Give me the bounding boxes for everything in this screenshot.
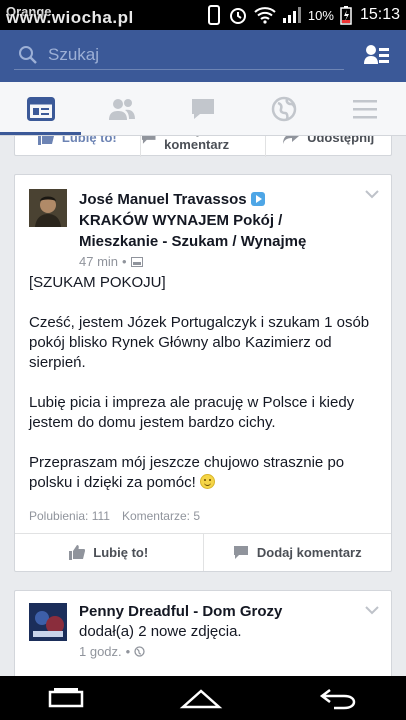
- avatar-photo: [29, 189, 67, 227]
- status-icons: 10% 15:13: [206, 4, 400, 26]
- likes-count[interactable]: Polubienia: 111: [29, 509, 110, 523]
- group-name[interactable]: KRAKÓW WYNAJEM Pokój / Mieszkanie - Szuk…: [79, 210, 359, 252]
- share-icon: [283, 136, 300, 144]
- group-name-line2: Mieszkanie - Szukam / Wynajmę: [79, 233, 307, 250]
- group-name-line1: KRAKÓW WYNAJEM Pokój /: [79, 212, 283, 229]
- group-arrow-icon: [250, 192, 265, 206]
- post-text: [SZUKAM POKOJU] Cześć, jestem Józek Port…: [29, 273, 379, 513]
- friends-icon: [108, 98, 135, 120]
- post-paragraph: Lubię picia i impreza ale pracuję w Pols…: [29, 394, 355, 431]
- clock: 15:13: [359, 6, 400, 23]
- avatar[interactable]: [29, 189, 67, 227]
- nav-tabs: [0, 82, 406, 136]
- search-icon: [19, 45, 37, 64]
- battery-percent: 10%: [307, 7, 334, 23]
- chevron-down-icon[interactable]: [365, 189, 379, 199]
- avatar[interactable]: [29, 603, 67, 641]
- like-label: Lubię to!: [93, 545, 149, 560]
- post-header: Penny Dreadful - Dom Grozy dodał(a) 2 no…: [79, 601, 359, 659]
- post-actions: Lubię to! Dodaj komentarz: [15, 533, 391, 571]
- post-actions: Lubię to! Dodaj komentarz Udostępnij: [15, 136, 391, 157]
- post-time[interactable]: 47 min: [79, 254, 118, 269]
- post-meta: 47 min •: [79, 254, 359, 269]
- separator-dot: •: [122, 254, 127, 269]
- like-label: Lubię to!: [61, 136, 117, 145]
- comment-icon: [141, 136, 156, 144]
- post-paragraph: [SZUKAM POKOJU]: [29, 274, 166, 291]
- post-header: José Manuel Travassos KRAKÓW WYNAJEM Pok…: [79, 189, 359, 269]
- back-icon[interactable]: [316, 686, 360, 710]
- group-audience-icon: [130, 256, 143, 267]
- search-bar[interactable]: [14, 40, 344, 70]
- system-nav-bar: [0, 676, 406, 720]
- watermark-text: www.wiocha.pl: [6, 8, 134, 27]
- share-button[interactable]: Udostępnij: [265, 136, 391, 157]
- news-feed: Lubię to! Dodaj komentarz Udostępnij Jos…: [0, 136, 406, 676]
- like-button[interactable]: Lubię to!: [15, 136, 140, 157]
- tab-friend-requests[interactable]: [81, 82, 162, 135]
- post-meta: 1 godz. •: [79, 644, 359, 659]
- reaction-counts: Polubienia: 111 Komentarze: 5: [29, 509, 200, 523]
- home-icon[interactable]: [179, 686, 223, 710]
- phone-vibrate-icon: [207, 5, 220, 25]
- alarm-icon: [229, 8, 246, 24]
- contacts-icon[interactable]: [364, 43, 390, 67]
- comments-count[interactable]: Komentarze: 5: [122, 509, 200, 523]
- comment-label: Dodaj komentarz: [164, 136, 230, 152]
- tab-messages[interactable]: [162, 82, 243, 135]
- post-paragraph: Cześć, jestem Józek Portugalczyk i szuka…: [29, 314, 370, 371]
- post-card: José Manuel Travassos KRAKÓW WYNAJEM Pok…: [14, 174, 392, 572]
- post-author[interactable]: José Manuel Travassos: [79, 191, 247, 208]
- wifi-icon: [254, 7, 276, 24]
- battery-charging-icon: [340, 6, 352, 25]
- tab-more[interactable]: [325, 82, 406, 135]
- post-author[interactable]: Penny Dreadful - Dom Grozy: [79, 601, 359, 622]
- comment-button[interactable]: Dodaj komentarz: [139, 136, 266, 157]
- post-paragraph: Przepraszam mój jeszcze chujowo straszni…: [29, 454, 345, 491]
- menu-icon: [353, 99, 378, 118]
- comment-label: Dodaj komentarz: [256, 545, 362, 560]
- signal-icon: [282, 7, 301, 23]
- message-icon: [192, 98, 214, 119]
- app-header: [0, 30, 406, 82]
- status-bar: Orange www.wiocha.pl 10% 15:13: [0, 0, 406, 30]
- thumbs-up-icon: [69, 545, 86, 560]
- globe-icon: [271, 96, 297, 121]
- recent-apps-icon[interactable]: [46, 686, 86, 710]
- post-action-text: dodał(a) 2 nowe zdjęcia.: [79, 623, 242, 640]
- tab-news-feed[interactable]: [0, 82, 82, 135]
- search-input[interactable]: [48, 44, 308, 65]
- smile-emoji-icon: [199, 474, 215, 489]
- thumbs-up-icon: [37, 136, 54, 145]
- chevron-down-icon[interactable]: [365, 605, 379, 615]
- avatar-photo: [29, 603, 67, 641]
- screen: Orange www.wiocha.pl 10% 15:13 Szukaj Lu…: [0, 0, 406, 720]
- post-card: Penny Dreadful - Dom Grozy dodał(a) 2 no…: [14, 590, 392, 676]
- globe-audience-icon: [134, 646, 145, 657]
- comment-button[interactable]: Dodaj komentarz: [202, 534, 392, 571]
- tab-notifications[interactable]: [244, 82, 325, 135]
- news-feed-icon: [26, 96, 55, 121]
- post-time[interactable]: 1 godz.: [79, 644, 122, 659]
- like-button[interactable]: Lubię to!: [15, 534, 203, 571]
- comment-icon: [233, 546, 248, 559]
- previous-post-card: Lubię to! Dodaj komentarz Udostępnij: [14, 136, 392, 157]
- separator-dot: •: [125, 644, 131, 659]
- share-label: Udostępnij: [307, 136, 375, 145]
